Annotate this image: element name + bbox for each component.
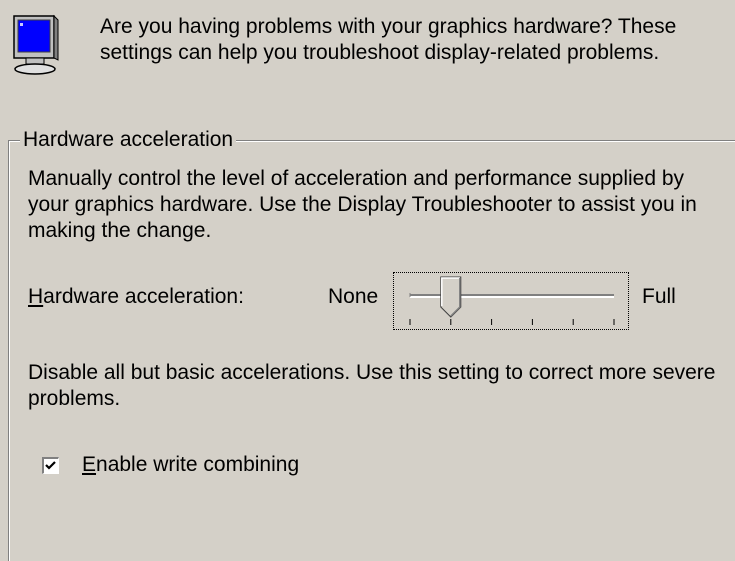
write-combining-access-key: E	[82, 453, 97, 476]
write-combining-label-rest: nable write combining	[96, 453, 300, 476]
slider-ticks	[409, 319, 615, 325]
write-combining-checkbox[interactable]	[42, 457, 59, 474]
slider-label: Hardware acceleration:	[28, 284, 244, 310]
slider-min-label: None	[328, 285, 379, 308]
slider-max-label: Full	[642, 285, 676, 308]
slider-label-access-key: H	[28, 285, 44, 308]
monitor-icon	[12, 14, 62, 78]
write-combining-label[interactable]: Enable write combining	[82, 452, 299, 478]
slider-help-text: Disable all but basic accelerations. Use…	[28, 361, 716, 410]
group-title: Hardware acceleration	[20, 127, 237, 153]
group-description: Manually control the level of accelerati…	[28, 167, 697, 242]
intro-text: Are you having problems with your graphi…	[100, 15, 677, 64]
acceleration-slider[interactable]	[393, 272, 629, 330]
slider-thumb[interactable]	[440, 276, 462, 318]
checkmark-icon	[45, 461, 56, 470]
slider-label-rest: ardware acceleration:	[43, 285, 244, 308]
